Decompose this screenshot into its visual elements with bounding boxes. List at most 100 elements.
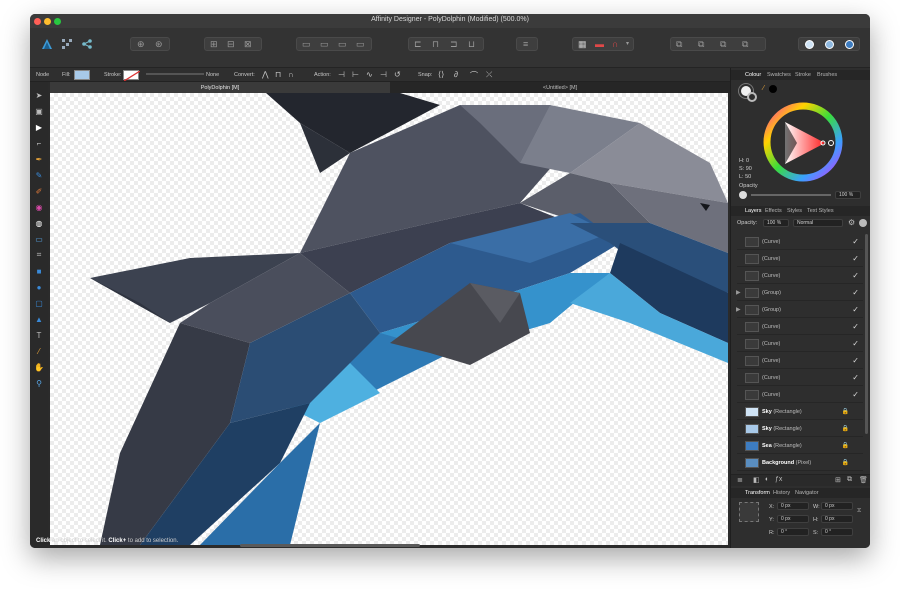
persona-export-icon[interactable]	[80, 36, 94, 52]
mask-layer-icon[interactable]: ◧	[753, 476, 760, 484]
adjustment-icon[interactable]: ◐	[765, 476, 769, 483]
rectangle-tool-icon[interactable]: ■	[34, 266, 44, 276]
color-opacity-field[interactable]: 100 %	[835, 191, 861, 199]
close-curve-icon[interactable]: ⊢	[352, 70, 359, 79]
h-field[interactable]: 0 px	[821, 515, 853, 523]
layers-scrollbar[interactable]	[865, 234, 868, 434]
layer-visible-checkbox[interactable]: ✓	[852, 288, 859, 297]
anchor-selector[interactable]	[739, 502, 759, 522]
layer-visible-checkbox[interactable]: ✓	[852, 356, 859, 365]
duplicate-layer-icon[interactable]: ⧉	[847, 476, 852, 484]
arrange-group[interactable]: ▭ ▭ ▭ ▭	[296, 37, 372, 51]
snap-guides-icon[interactable]: ⌒	[470, 70, 478, 81]
rotation-field[interactable]: 0 °	[777, 528, 809, 536]
eyedropper-tool-icon[interactable]: ⁄	[34, 346, 44, 356]
fx-icon[interactable]: ƒx	[775, 476, 782, 483]
stroke-width-slider[interactable]	[146, 73, 204, 75]
fill-tool-icon[interactable]: ◉	[34, 202, 44, 212]
lock-icon[interactable]: 🔒	[842, 442, 849, 449]
layer-visible-checkbox[interactable]: ✓	[852, 322, 859, 331]
view-options-group[interactable]	[798, 37, 860, 51]
lock-icon[interactable]: 🔒	[842, 425, 849, 432]
reverse-curve-icon[interactable]: ↺	[394, 70, 401, 79]
black-swatch[interactable]	[769, 85, 777, 93]
add-layer-icon[interactable]: ⊞	[835, 476, 841, 484]
layer-row[interactable]: (Curve) ✓	[737, 251, 863, 267]
snap-curves-icon[interactable]: ∂	[454, 70, 458, 79]
distribute-group[interactable]: ⊏ ⊓ ⊐ ⊔	[408, 37, 484, 51]
tab-swatches[interactable]: Swatches	[767, 72, 791, 78]
snap-nodes-icon[interactable]: ⟨⟩	[438, 70, 444, 79]
break-curve-icon[interactable]: ⊣	[338, 70, 345, 79]
layer-row[interactable]: (Curve) ✓	[737, 268, 863, 284]
layer-visible-checkbox[interactable]: ✓	[852, 305, 859, 314]
tab-transform[interactable]: Transform	[745, 490, 770, 496]
move-tool-icon[interactable]: ➤	[34, 90, 44, 100]
align-menu-button[interactable]: ≡	[516, 37, 538, 51]
tab-text-styles[interactable]: Text Styles	[807, 208, 834, 214]
hand-tool-icon[interactable]: ✋	[34, 362, 44, 372]
layer-visible-checkbox[interactable]: ✓	[852, 237, 859, 246]
rounded-rect-icon[interactable]: ▢	[34, 298, 44, 308]
tab-navigator[interactable]: Navigator	[795, 490, 819, 496]
stroke-color-well[interactable]	[747, 92, 757, 102]
tab-styles[interactable]: Styles	[787, 208, 802, 214]
convert-smooth-icon[interactable]: ⊓	[275, 70, 281, 79]
zoom-tool-icon[interactable]: ⚲	[34, 378, 44, 388]
tab-polydolphin[interactable]: PolyDolphin [M]	[50, 82, 390, 93]
trash-icon[interactable]: 🗑	[859, 476, 868, 484]
dolphin-artwork[interactable]	[50, 93, 728, 545]
vector-brush-icon[interactable]: ✐	[34, 186, 44, 196]
layer-row[interactable]: (Curve) ✓	[737, 319, 863, 335]
layer-opacity-field[interactable]: 100 %	[763, 219, 789, 227]
lock-icon[interactable]: 🔒	[842, 459, 849, 466]
stroke-swatch[interactable]	[123, 70, 140, 81]
layer-row[interactable]: (Curve) ✓	[737, 336, 863, 352]
ellipse-tool-icon[interactable]: ●	[34, 282, 44, 292]
smooth-curve-icon[interactable]: ∿	[366, 70, 373, 79]
pencil-tool-icon[interactable]: ✎	[34, 170, 44, 180]
y-field[interactable]: 0 px	[777, 515, 809, 523]
convert-smart-icon[interactable]: ∩	[288, 70, 294, 79]
layer-row[interactable]: ▶ (Group) ✓	[736, 302, 863, 318]
artboard-tool-icon[interactable]: ▣	[34, 106, 44, 116]
tab-effects[interactable]: Effects	[765, 208, 782, 214]
text-tool-icon[interactable]: T	[34, 330, 44, 340]
operations-group[interactable]: ⧉ ⧉ ⧉ ⧉	[670, 37, 766, 51]
canvas[interactable]	[50, 93, 728, 545]
node-tool-icon[interactable]: ▶	[34, 122, 44, 132]
layer-row[interactable]: ▶ (Group) ✓	[736, 285, 863, 301]
canvas-horizontal-scrollbar[interactable]	[240, 544, 420, 547]
layer-visible-checkbox[interactable]: ✓	[852, 390, 859, 399]
layer-visible-checkbox[interactable]: ✓	[852, 339, 859, 348]
picker-icon[interactable]: ⁄	[763, 85, 764, 92]
w-field[interactable]: 0 px	[821, 502, 853, 510]
crop-tool-icon[interactable]: ⌗	[34, 250, 44, 260]
place-image-icon[interactable]: ▭	[34, 234, 44, 244]
layer-row[interactable]: (Curve) ✓	[737, 370, 863, 386]
tab-colour[interactable]: Colour	[745, 72, 761, 78]
tab-layers[interactable]: Layers	[745, 208, 762, 214]
transparency-tool-icon[interactable]: ◍	[34, 218, 44, 228]
x-field[interactable]: 0 px	[777, 502, 809, 510]
tab-brushes[interactable]: Brushes	[817, 72, 837, 78]
layer-visible-checkbox[interactable]: ✓	[852, 373, 859, 382]
expand-arrow-icon[interactable]: ▶	[736, 306, 741, 313]
link-aspect-icon[interactable]: ⧖	[857, 508, 861, 515]
layer-visible-checkbox[interactable]: ✓	[852, 254, 859, 263]
snap-geometry-icon[interactable]: ⤫	[486, 70, 492, 80]
layer-row[interactable]: Sea (Rectangle) 🔒	[737, 438, 863, 454]
join-curve-icon[interactable]: ⊣	[380, 70, 387, 79]
expand-arrow-icon[interactable]: ▶	[736, 289, 741, 296]
layer-visible-checkbox[interactable]: ✓	[852, 271, 859, 280]
layer-row[interactable]: (Curve) ✓	[737, 234, 863, 250]
triangle-tool-icon[interactable]: ▲	[34, 314, 44, 324]
shear-field[interactable]: 0 °	[821, 528, 853, 536]
layer-row[interactable]: Sky (Rectangle) 🔒	[737, 421, 863, 437]
color-opacity-slider[interactable]	[751, 194, 831, 196]
layer-row[interactable]: Background (Pixel) 🔒	[737, 455, 863, 471]
tab-untitled[interactable]: <Untitled> [M]	[390, 82, 730, 93]
persona-pixel-icon[interactable]	[60, 36, 74, 52]
pen-tool-icon[interactable]: ✒	[34, 154, 44, 164]
layer-row[interactable]: (Curve) ✓	[737, 387, 863, 403]
